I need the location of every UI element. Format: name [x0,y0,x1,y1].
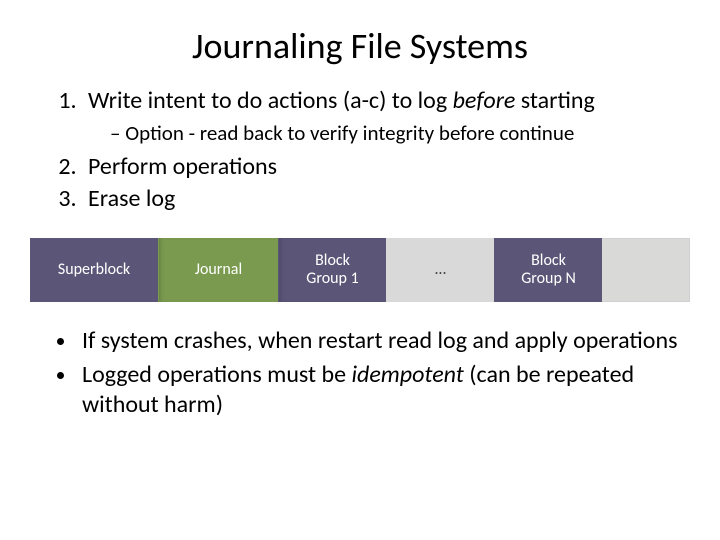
cell-block-group-n: Block Group N [494,238,602,302]
text-emph: idempotent [351,360,463,389]
list-item-1-sub: Option - read back to verify integrity b… [88,120,690,146]
bullet-2: Logged operations must be idempotent (ca… [78,360,690,420]
bullet-list: If system crashes, when restart read log… [30,326,690,420]
text: starting [515,86,594,115]
text: Logged operations must be [82,360,351,389]
numbered-list: Write intent to do actions (a-c) to log … [30,86,690,214]
text: Group 1 [306,270,358,288]
list-item-2: Perform operations [82,152,690,182]
text-emph: before [453,86,516,115]
text: Write intent to do actions (a-c) to log [88,86,453,115]
text: Block [531,252,566,270]
block-diagram: Superblock Journal Block Group 1 … Block… [30,238,690,302]
text: Group N [521,270,576,288]
cell-ellipsis: … [386,238,494,302]
cell-block-group-1: Block Group 1 [278,238,386,302]
list-item-1: Write intent to do actions (a-c) to log … [82,86,690,146]
text: Block [315,252,350,270]
cell-journal: Journal [158,238,278,302]
cell-tail [602,238,690,302]
slide-title: Journaling File Systems [30,24,690,68]
list-item-3: Erase log [82,184,690,214]
bullet-1: If system crashes, when restart read log… [78,326,690,356]
cell-superblock: Superblock [30,238,158,302]
